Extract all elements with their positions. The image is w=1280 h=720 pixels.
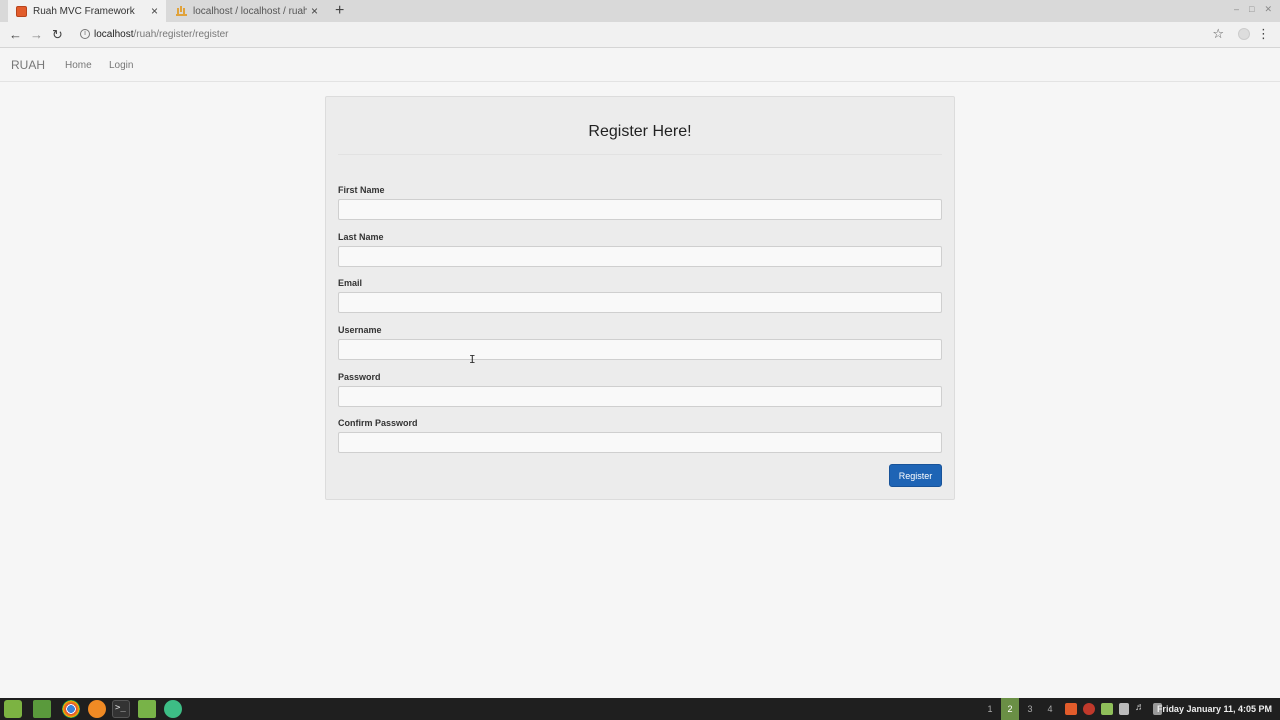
tab-title: localhost / localhost / ruah / users | p… (193, 5, 307, 17)
volume-icon[interactable]: ♬ (1135, 702, 1147, 714)
username-input[interactable] (338, 339, 942, 360)
nav-link-login[interactable]: Login (109, 60, 133, 71)
tab-phpmyadmin[interactable]: localhost / localhost / ruah / users | p… (168, 0, 326, 22)
register-panel: Register Here! First Name Last Name Emai… (325, 96, 955, 500)
email-group: Email (338, 278, 943, 313)
workspace-4[interactable]: 4 (1041, 698, 1059, 720)
os-taskbar: >_ 1 2 3 4 ♬ Friday January 11, 4:05 PM (0, 698, 1280, 720)
forward-arrow-icon[interactable]: → (30, 27, 43, 43)
last-name-label: Last Name (338, 232, 384, 242)
xampp-tray-icon[interactable] (1065, 703, 1077, 715)
restore-icon[interactable]: □ (1249, 4, 1254, 15)
password-input[interactable] (338, 386, 942, 407)
first-name-input[interactable] (338, 199, 942, 220)
show-desktop-icon[interactable] (33, 700, 51, 718)
divider (338, 154, 942, 155)
confirm-password-group: Confirm Password (338, 418, 943, 453)
username-group: Username (338, 325, 943, 360)
email-input[interactable] (338, 292, 942, 313)
tab-title: Ruah MVC Framework (33, 5, 135, 17)
email-label: Email (338, 278, 363, 288)
shield-icon[interactable] (1101, 703, 1113, 715)
chrome-icon[interactable] (62, 700, 80, 718)
confirm-password-label: Confirm Password (338, 418, 418, 428)
password-group: Password (338, 372, 943, 407)
close-icon[interactable]: × (311, 4, 318, 18)
first-name-label: First Name (338, 185, 385, 195)
ruah-favicon-icon (16, 5, 27, 17)
phpmyadmin-favicon-icon (176, 7, 187, 16)
terminal-icon[interactable]: >_ (112, 700, 130, 718)
network-icon[interactable] (1119, 703, 1129, 715)
url-path: /ruah/register/register (133, 29, 229, 40)
back-arrow-icon[interactable]: ← (9, 27, 22, 43)
update-tray-icon[interactable] (1083, 703, 1095, 715)
window-close-icon[interactable]: ✕ (1264, 4, 1272, 15)
site-navbar: RUAH Home Login (0, 48, 1280, 82)
confirm-password-input[interactable] (338, 432, 942, 453)
brand-logo[interactable]: RUAH (11, 58, 45, 72)
firefox-icon[interactable] (88, 700, 106, 718)
site-info-icon[interactable]: i (80, 29, 90, 39)
reload-icon[interactable]: ↻ (52, 27, 63, 43)
close-icon[interactable]: × (151, 4, 158, 18)
profile-avatar-icon[interactable] (1238, 28, 1250, 40)
url-host: localhost (94, 29, 134, 40)
register-button[interactable]: Register (889, 464, 942, 487)
browser-toolbar: ← → ↻ i localhost/ruah/register/register… (0, 22, 1280, 48)
atom-editor-icon[interactable] (164, 700, 182, 718)
mint-menu-icon[interactable] (4, 700, 22, 718)
first-name-group: First Name (338, 185, 943, 220)
minimize-icon[interactable]: – (1234, 4, 1239, 15)
username-label: Username (338, 325, 382, 335)
clock[interactable]: Friday January 11, 4:05 PM (1157, 704, 1272, 714)
file-manager-icon[interactable] (138, 700, 156, 718)
address-bar[interactable]: localhost/ruah/register/register (94, 29, 229, 40)
password-label: Password (338, 372, 381, 382)
last-name-group: Last Name (338, 232, 943, 267)
bookmark-star-icon[interactable]: ☆ (1212, 26, 1224, 42)
tab-ruah-mvc[interactable]: Ruah MVC Framework × (8, 0, 166, 22)
new-tab-button[interactable]: + (335, 2, 344, 20)
workspace-1[interactable]: 1 (981, 698, 999, 720)
kebab-menu-icon[interactable]: ⋮ (1257, 26, 1270, 42)
browser-tab-strip: Ruah MVC Framework × localhost / localho… (0, 0, 1280, 22)
last-name-input[interactable] (338, 246, 942, 267)
text-cursor-icon: I (469, 353, 476, 366)
nav-link-home[interactable]: Home (65, 60, 92, 71)
workspace-3[interactable]: 3 (1021, 698, 1039, 720)
workspace-2[interactable]: 2 (1001, 698, 1019, 720)
window-controls: – □ ✕ (1234, 4, 1272, 15)
page-title: Register Here! (588, 123, 692, 140)
